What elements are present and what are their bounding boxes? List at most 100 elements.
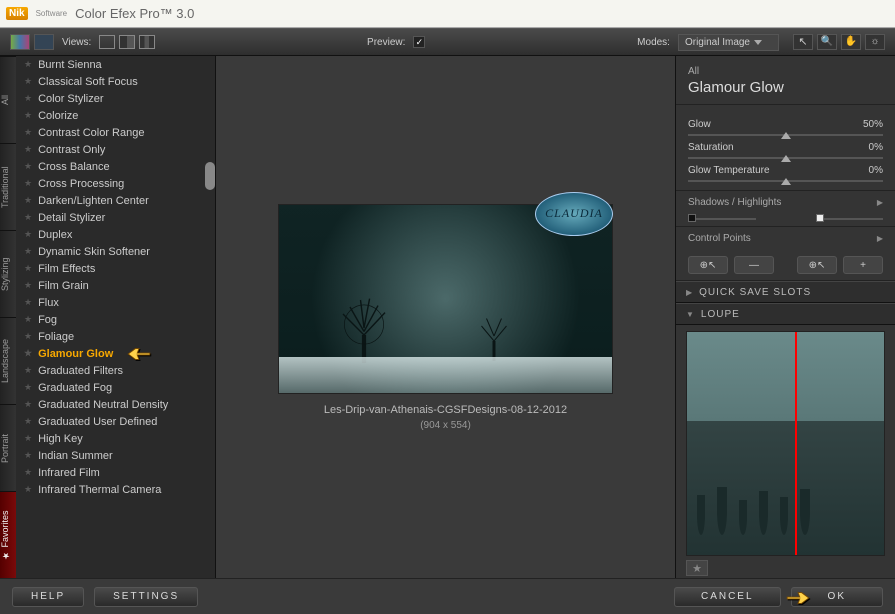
filter-item[interactable]: ★Film Grain	[16, 277, 215, 294]
star-icon[interactable]: ★	[24, 212, 32, 223]
filter-item[interactable]: ★Infrared Film	[16, 464, 215, 481]
star-icon[interactable]: ★	[24, 144, 32, 155]
ok-button[interactable]: OK	[791, 587, 883, 607]
panel-category: All	[688, 66, 883, 77]
filter-item[interactable]: ★Flux	[16, 294, 215, 311]
quick-save-slots-header[interactable]: ▶QUICK SAVE SLOTS	[676, 281, 895, 303]
star-icon[interactable]: ★	[24, 263, 32, 274]
category-tab-stylizing[interactable]: Stylizing	[0, 230, 16, 317]
views-label: Views:	[62, 37, 91, 48]
star-icon[interactable]: ★	[24, 399, 32, 410]
filter-item[interactable]: ★ Fog	[16, 311, 215, 328]
star-icon[interactable]: ★	[24, 195, 32, 206]
slider-track[interactable]	[688, 157, 883, 159]
filter-item[interactable]: ★Cross Balance	[16, 158, 215, 175]
filter-item[interactable]: ★Film Effects	[16, 260, 215, 277]
shadows-slider[interactable]	[688, 218, 756, 220]
star-icon[interactable]: ★	[24, 433, 32, 444]
zoom-icon[interactable]: 🔍	[817, 34, 837, 50]
filter-list[interactable]: ★Burnt Sienna★Classical Soft Focus★Color…	[16, 56, 216, 578]
star-icon[interactable]: ★	[24, 484, 32, 495]
star-icon[interactable]: ★	[24, 110, 32, 121]
filter-item[interactable]: ★Duplex	[16, 226, 215, 243]
filter-item[interactable]: ★Glamour Glow	[16, 345, 215, 362]
star-icon[interactable]: ★	[24, 246, 32, 257]
star-icon[interactable]: ★	[24, 331, 32, 342]
category-tab-traditional[interactable]: Traditional	[0, 143, 16, 230]
pan-icon[interactable]: ✋	[841, 34, 861, 50]
add-control-point-button-2[interactable]: ⊕↖	[797, 256, 837, 274]
loupe-image[interactable]	[686, 331, 885, 556]
help-button[interactable]: HELP	[12, 587, 84, 607]
filter-item[interactable]: ★Dynamic Skin Softener	[16, 243, 215, 260]
modes-select[interactable]: Original Image	[678, 34, 779, 51]
star-icon[interactable]: ★	[24, 348, 32, 359]
filter-item[interactable]: ★Indian Summer	[16, 447, 215, 464]
star-icon[interactable]: ★	[24, 467, 32, 478]
star-icon[interactable]: ★	[24, 450, 32, 461]
category-tab-portrait[interactable]: Portrait	[0, 404, 16, 491]
star-icon[interactable]: ★	[24, 93, 32, 104]
remove-control-point-button[interactable]: —	[734, 256, 774, 274]
filter-item[interactable]: ★Foliage	[16, 328, 215, 345]
colorbar-icon[interactable]	[10, 34, 30, 50]
settings-button[interactable]: SETTINGS	[94, 587, 198, 607]
view-single-icon[interactable]	[99, 35, 115, 49]
filter-item[interactable]: ★Contrast Only	[16, 141, 215, 158]
filter-item[interactable]: ★Infrared Thermal Camera	[16, 481, 215, 498]
star-icon[interactable]: ★	[24, 76, 32, 87]
add-control-point-button[interactable]: ⊕↖	[688, 256, 728, 274]
filter-label: Graduated Neutral Density	[38, 399, 168, 411]
slider-thumb[interactable]	[781, 132, 791, 139]
star-icon[interactable]: ★	[24, 161, 32, 172]
view-side-icon[interactable]	[139, 35, 155, 49]
preview-checkbox[interactable]: ✓	[413, 36, 425, 48]
category-tab-landscape[interactable]: Landscape	[0, 317, 16, 404]
filter-item[interactable]: ★Color Stylizer	[16, 90, 215, 107]
slider-track[interactable]	[688, 180, 883, 182]
filter-item[interactable]: ★High Key	[16, 430, 215, 447]
light-icon[interactable]: ☼	[865, 34, 885, 50]
slider-thumb[interactable]	[781, 155, 791, 162]
star-icon[interactable]: ★	[24, 59, 32, 70]
filter-item[interactable]: ★Classical Soft Focus	[16, 73, 215, 90]
add-button[interactable]: +	[843, 256, 883, 274]
filter-item[interactable]: ★Burnt Sienna	[16, 56, 215, 73]
star-icon[interactable]: ★	[24, 229, 32, 240]
slider-track[interactable]	[688, 134, 883, 136]
filter-item[interactable]: ★Graduated Filters	[16, 362, 215, 379]
loupe-header[interactable]: ▼LOUPE	[676, 303, 895, 325]
category-tab-all[interactable]: All	[0, 56, 16, 143]
category-tab-favorites[interactable]: ★ Favorites	[0, 491, 16, 578]
filter-item[interactable]: ★Detail Stylizer	[16, 209, 215, 226]
scrollbar-thumb[interactable]	[205, 162, 215, 190]
loupe-section: ★	[676, 325, 895, 578]
filter-item[interactable]: ★Graduated Fog	[16, 379, 215, 396]
filter-item[interactable]: ★Graduated User Defined	[16, 413, 215, 430]
expand-icon[interactable]: ▶	[877, 234, 883, 243]
filter-item[interactable]: ★Colorize	[16, 107, 215, 124]
slider-row: Saturation0%	[688, 142, 883, 153]
star-icon[interactable]: ★	[24, 127, 32, 138]
star-icon[interactable]: ★	[24, 365, 32, 376]
cancel-button[interactable]: CANCEL	[674, 587, 781, 607]
filter-label: Fog	[38, 314, 57, 326]
filter-item[interactable]: ★Darken/Lighten Center	[16, 192, 215, 209]
star-icon[interactable]: ★	[24, 280, 32, 291]
loupe-star-button[interactable]: ★	[686, 560, 708, 576]
watermark-badge: CLAUDIA	[535, 192, 613, 236]
filter-item[interactable]: ★ Graduated Neutral Density	[16, 396, 215, 413]
star-icon[interactable]: ★	[24, 178, 32, 189]
filter-item[interactable]: ★Cross Processing	[16, 175, 215, 192]
star-icon[interactable]: ★	[24, 416, 32, 427]
star-icon[interactable]: ★	[24, 297, 32, 308]
highlights-slider[interactable]	[816, 218, 884, 220]
star-icon[interactable]: ★	[24, 314, 32, 325]
view-split-icon[interactable]	[119, 35, 135, 49]
expand-icon[interactable]: ▶	[877, 198, 883, 207]
star-icon[interactable]: ★	[24, 382, 32, 393]
slider-thumb[interactable]	[781, 178, 791, 185]
thumb-icon[interactable]	[34, 34, 54, 50]
pointer-icon[interactable]: ↖	[793, 34, 813, 50]
filter-item[interactable]: ★Contrast Color Range	[16, 124, 215, 141]
